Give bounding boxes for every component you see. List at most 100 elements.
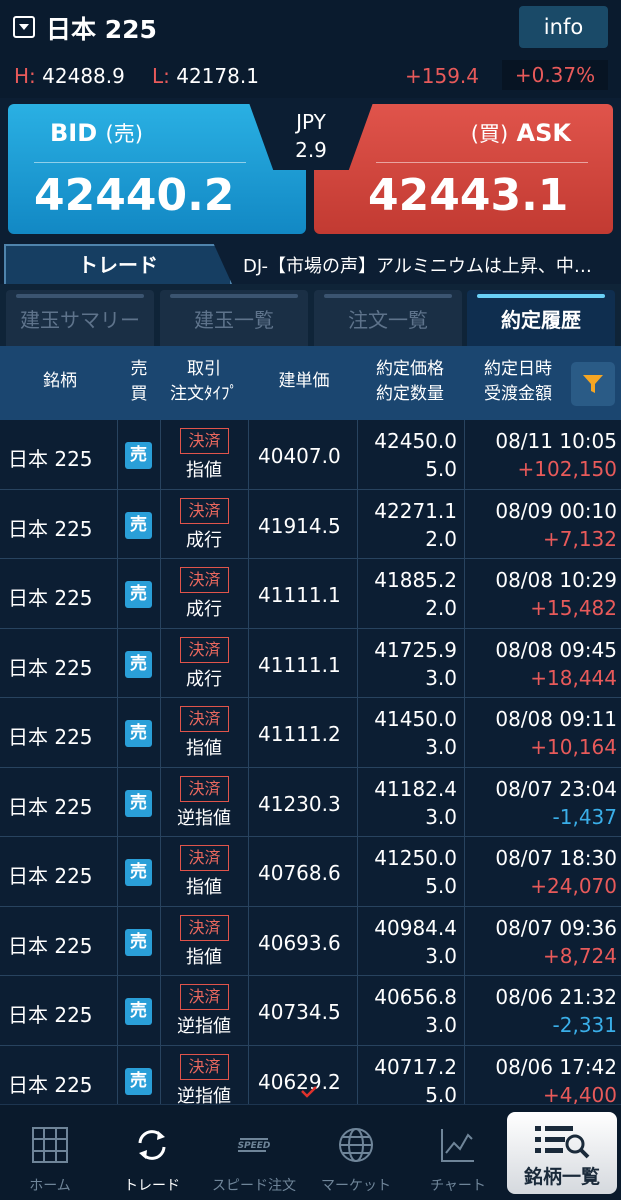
row-exec-price: 42450.0	[374, 429, 457, 453]
nav-home[interactable]: ホーム	[0, 1105, 100, 1200]
table-row[interactable]: 日本 225 売 決済 指値 40407.0 42450.0 5.0 08/11 10:05 +…	[0, 420, 621, 490]
filter-button[interactable]	[571, 362, 615, 406]
column-divider	[464, 1045, 465, 1104]
row-symbol: 日本 225	[8, 933, 93, 958]
low-value: 42178.1	[176, 64, 259, 88]
table-row[interactable]: 日本 225 売 決済 逆指値 40629.2 40717.2 5.0 08/06 17:42…	[0, 1045, 621, 1105]
row-open-price: 41111.1	[258, 583, 341, 607]
row-settlement-amount: +10,164	[530, 735, 617, 759]
high-label: H:	[14, 64, 36, 88]
column-divider	[248, 1045, 249, 1104]
row-open-price: 41230.3	[258, 791, 341, 816]
table-row[interactable]: 日本 225 売 決済 成行 41914.5 42271.1 2.0 08/09 00:10 +…	[0, 489, 621, 560]
price-change: +159.4	[405, 64, 480, 88]
row-open-price: 41111.1	[258, 652, 341, 677]
nav-trade[interactable]: トレード	[102, 1105, 202, 1200]
row-settlement-amount: +24,070	[530, 874, 617, 898]
row-settlement-badge: 決済	[180, 984, 229, 1010]
row-exec-time: 08/07 18:30	[495, 846, 617, 870]
header-open-price: 建単価	[278, 371, 330, 391]
column-divider	[248, 628, 249, 699]
row-symbol: 日本 225	[8, 1072, 93, 1097]
table-row[interactable]: 日本 225 売 決済 指値 41111.2 41450.0 3.0 08/08 09:11 +…	[0, 698, 621, 768]
row-symbol: 日本 225	[8, 655, 93, 680]
table-row[interactable]: 日本 225 売 決済 指値 40768.6 41250.0 5.0 08/07 18:30 +…	[0, 837, 621, 907]
row-exec-price: 40717.2	[374, 1054, 457, 1079]
row-settlement-badge: 決済	[180, 845, 229, 871]
column-divider	[117, 906, 118, 977]
symbol-dropdown-icon[interactable]	[13, 16, 35, 38]
nav-market-label: マーケット	[321, 1178, 391, 1194]
table-row[interactable]: 日本 225 売 決済 指値 40693.6 40984.4 3.0 08/07 09:36 +…	[0, 906, 621, 977]
bid-divider	[34, 162, 246, 163]
header-side-buy: 買	[130, 384, 148, 404]
row-side-badge: 売	[125, 650, 152, 678]
column-divider	[248, 489, 249, 560]
tab-position-summary[interactable]: 建玉サマリー	[6, 290, 154, 346]
tab-order-list[interactable]: 注文一覧	[314, 290, 462, 346]
table-row[interactable]: 日本 225 売 決済 逆指値 41230.3 41182.4 3.0 08/07 23:04…	[0, 767, 621, 838]
column-divider	[464, 976, 465, 1046]
column-divider	[117, 767, 118, 838]
ask-label-group: (買) ASK	[471, 118, 571, 148]
row-order-type: 成行	[186, 599, 222, 620]
column-divider	[464, 837, 465, 907]
nav-chart[interactable]: チャート	[408, 1105, 508, 1200]
row-exec-price: 41250.0	[374, 846, 457, 870]
price-change-percent: +0.37%	[502, 60, 608, 90]
column-divider	[117, 976, 118, 1046]
row-settlement-badge: 決済	[180, 1053, 229, 1080]
row-open-price: 40629.2	[258, 1069, 341, 1094]
filter-icon	[583, 375, 603, 393]
grid-icon	[32, 1127, 68, 1163]
row-settlement-amount: +102,150	[517, 457, 617, 481]
tab-execution-history[interactable]: 約定履歴	[467, 290, 615, 346]
symbol-list-button[interactable]: 銘柄一覧	[507, 1112, 617, 1194]
column-divider	[248, 559, 249, 629]
table-row[interactable]: 日本 225 売 決済 成行 41111.1 41885.2 2.0 08/08 10:29 +…	[0, 559, 621, 629]
column-divider	[248, 767, 249, 838]
info-button[interactable]: info	[519, 6, 608, 48]
low-label: L:	[152, 64, 170, 88]
row-order-type: 成行	[186, 529, 222, 551]
column-divider	[248, 976, 249, 1046]
row-exec-time: 08/07 23:04	[495, 776, 617, 801]
symbol-name[interactable]: 日本 225	[46, 10, 157, 46]
nav-speed-order[interactable]: SPEED スピード注文	[204, 1105, 304, 1200]
spread-currency: JPY	[296, 110, 326, 134]
row-open-price: 41914.5	[258, 513, 341, 538]
row-settlement-badge: 決済	[180, 636, 229, 663]
bid-price: 42440.2	[34, 170, 235, 221]
ask-price: 42443.1	[368, 170, 569, 221]
row-settlement-amount: +8,724	[542, 943, 617, 968]
high-price: H: 42488.9	[14, 64, 125, 88]
row-exec-time: 08/08 09:11	[495, 707, 617, 731]
row-exec-qty: 2.0	[425, 526, 457, 551]
row-side-badge: 売	[125, 928, 152, 956]
row-settlement-amount: -2,331	[552, 1013, 617, 1037]
table-header: 銘柄 売 買 取引 注文ﾀｲﾌﾟ 建単価 約定価格 約定数量 約定日時 受渡金額	[0, 346, 621, 420]
check-icon	[301, 1085, 317, 1098]
row-side-badge: 売	[125, 442, 152, 469]
news-ticker[interactable]: DJ-【市場の声】アルミニウムは上昇、中…	[243, 252, 615, 278]
tab-position-list[interactable]: 建玉一覧	[160, 290, 308, 346]
row-exec-price: 40984.4	[374, 915, 457, 940]
table-row[interactable]: 日本 225 売 決済 成行 41111.1 41725.9 3.0 08/08 09:45 +…	[0, 628, 621, 699]
table-row[interactable]: 日本 225 売 決済 逆指値 40734.5 40656.8 3.0 08/06 21:32…	[0, 976, 621, 1046]
column-divider	[117, 559, 118, 629]
header-exec-qty: 約定数量	[376, 384, 444, 404]
column-divider	[464, 767, 465, 838]
row-side-badge: 売	[125, 581, 152, 608]
row-side-badge: 売	[125, 1067, 152, 1095]
nav-market[interactable]: マーケット	[306, 1105, 406, 1200]
header-order-type: 注文ﾀｲﾌﾟ	[170, 384, 238, 404]
trade-tab[interactable]: トレード	[4, 244, 232, 284]
row-exec-price: 41885.2	[374, 568, 457, 592]
row-settlement-badge: 決済	[180, 497, 229, 524]
row-side-badge: 売	[125, 789, 152, 817]
row-settlement-amount: +18,444	[530, 665, 617, 690]
row-side-badge: 売	[125, 720, 152, 747]
row-exec-qty: 2.0	[425, 596, 457, 620]
row-settlement-amount: +4,400	[542, 1082, 617, 1105]
row-exec-time: 08/08 09:45	[495, 637, 617, 662]
